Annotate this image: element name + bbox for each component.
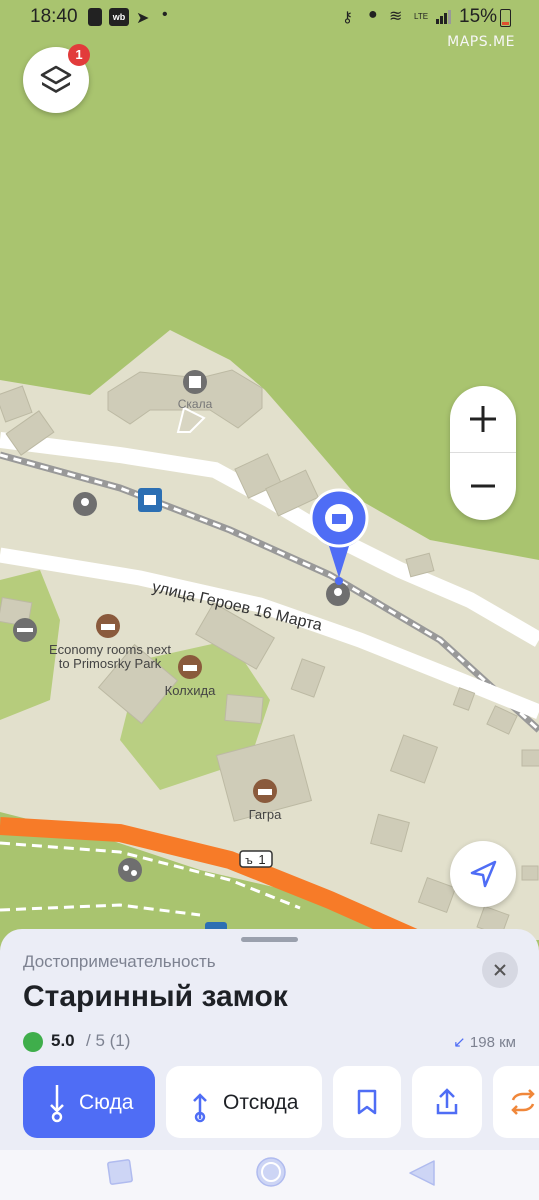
lte-label: LTE	[414, 12, 429, 21]
rating-count: (1)	[109, 1031, 131, 1050]
signal-icon	[436, 10, 452, 24]
poi-label-kolkhida: Колхида	[165, 683, 216, 698]
distance-value: 198 км	[469, 1034, 516, 1051]
my-location-button[interactable]	[450, 841, 516, 907]
telegram-icon: ➤	[136, 10, 150, 27]
minus-icon	[471, 484, 495, 488]
location-icon: ●	[368, 6, 378, 23]
route-to-label: Сюда	[79, 1091, 134, 1114]
poi-label-gagra: Гагра	[249, 807, 283, 822]
wb-app-icon: wb	[109, 8, 129, 26]
rating-value: 5.0	[51, 1031, 75, 1050]
poi-label-economy: Economy rooms next	[49, 642, 171, 657]
rating-max: / 5	[86, 1031, 105, 1050]
status-bar: 18:40 wb ➤ • ⚷ ● ≋ LTE 15%	[0, 0, 539, 36]
repeat-icon	[511, 1089, 535, 1115]
poi-label-castle: Скала	[178, 397, 213, 411]
plus-icon	[470, 406, 496, 432]
share-icon	[436, 1088, 458, 1115]
battery-percent: 15%	[459, 6, 498, 27]
close-button[interactable]	[482, 952, 518, 988]
status-time: 18:40	[30, 6, 78, 27]
zoom-out-button[interactable]	[450, 453, 516, 519]
route-to-icon	[50, 1085, 64, 1123]
road-shield: 1 ъ	[239, 850, 273, 868]
hotel-icon	[96, 614, 120, 638]
back-icon[interactable]	[402, 1153, 442, 1193]
svg-text:ъ: ъ	[245, 854, 253, 867]
cable-car-icon	[138, 488, 162, 512]
alert-icon	[88, 8, 102, 26]
layers-badge: 1	[68, 44, 90, 66]
zoom-in-button[interactable]	[450, 386, 516, 452]
share-button[interactable]	[412, 1066, 482, 1138]
rating-badge-icon	[23, 1032, 43, 1052]
navigation-arrow-icon	[470, 860, 497, 888]
route-more-button[interactable]	[493, 1066, 539, 1138]
place-category: Достопримечательность	[23, 952, 216, 971]
more-notifications-icon: •	[162, 6, 168, 23]
route-from-label: Отсюда	[223, 1091, 299, 1114]
direction-arrow-icon: ↙	[453, 1034, 466, 1051]
maps-me-watermark: MAPS.ME	[447, 34, 515, 50]
bookmark-button[interactable]	[333, 1066, 401, 1138]
route-from-button[interactable]: Отсюда	[166, 1066, 322, 1138]
poi-pin-icon	[73, 492, 97, 516]
place-page-sheet[interactable]: Достопримечательность Старинный замок 5.…	[0, 929, 539, 1150]
battery-icon	[500, 9, 511, 27]
bookmark-icon	[357, 1089, 377, 1115]
drag-handle[interactable]	[241, 937, 298, 942]
key-icon: ⚷	[342, 9, 353, 26]
svg-text:1: 1	[258, 852, 265, 867]
hotel-icon	[253, 779, 277, 803]
gym-icon	[13, 618, 37, 642]
poi-pin-icon	[326, 582, 350, 606]
zoom-control	[450, 386, 516, 520]
wifi-icon: ≋	[389, 8, 403, 25]
castle-icon	[183, 370, 207, 394]
playground-icon	[118, 858, 142, 882]
distance: ↙ 198 км	[453, 1033, 516, 1051]
place-title: Старинный замок	[23, 980, 288, 1013]
route-from-icon	[193, 1093, 207, 1123]
home-icon[interactable]	[251, 1153, 291, 1193]
hotel-icon	[178, 655, 202, 679]
recent-apps-icon[interactable]	[99, 1153, 139, 1193]
route-to-button[interactable]: Сюда	[23, 1066, 155, 1138]
poi-label-economy-2: to Primosrky Park	[59, 656, 162, 671]
system-nav-bar	[0, 1150, 539, 1200]
close-icon	[494, 964, 506, 976]
